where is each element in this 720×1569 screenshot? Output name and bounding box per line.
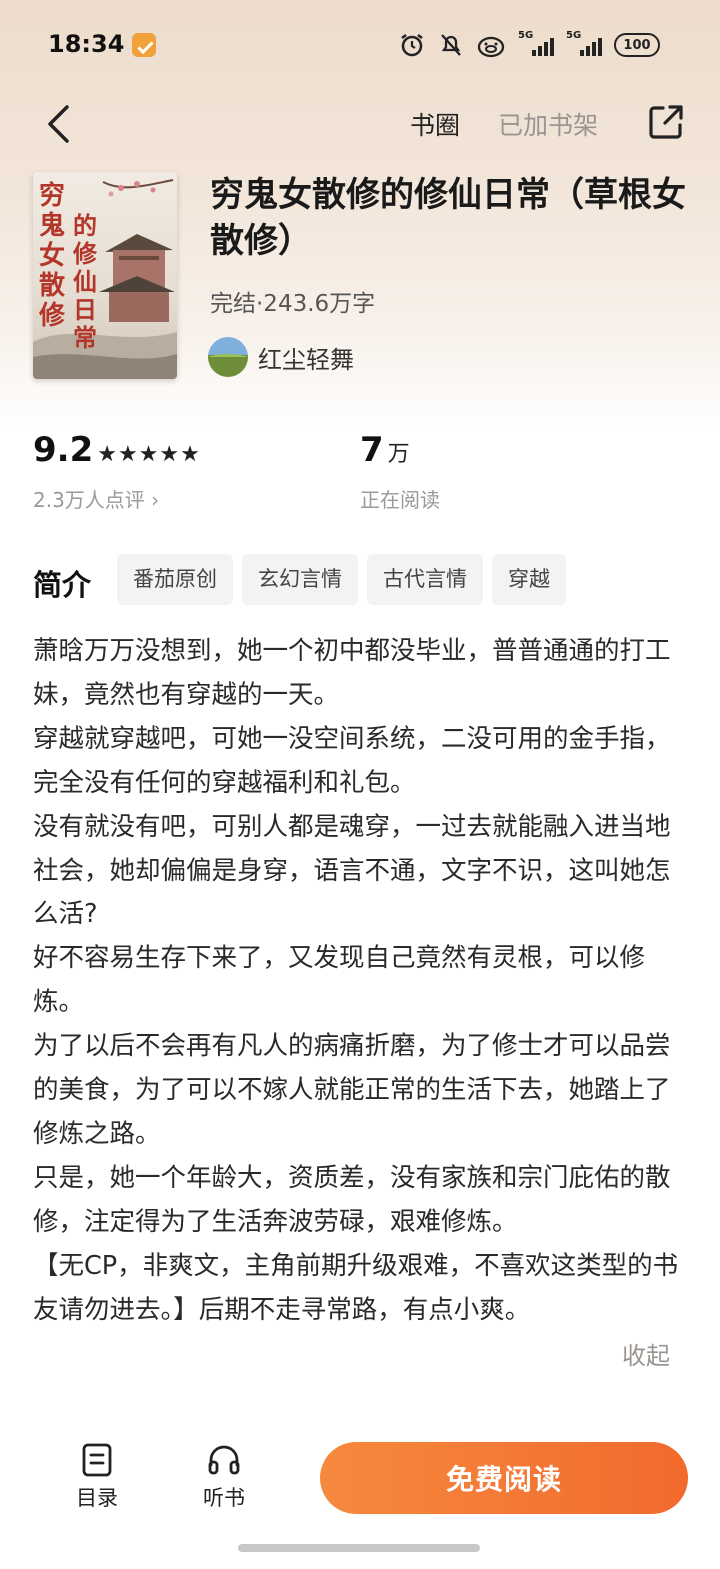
- cover-title-col2: 的修仙日常: [72, 211, 98, 352]
- tag-fanqie-original[interactable]: 番茄原创: [117, 554, 233, 605]
- status-time: 18:34: [48, 30, 125, 58]
- tag-list: 番茄原创 玄幻言情 古代言情 穿越: [117, 554, 566, 605]
- synopsis-paragraph: 【无CP，非爽文，主角前期升级艰难，不喜欢这类型的书友请勿进去。】后期不走寻常路…: [33, 1250, 679, 1325]
- synopsis: 萧晗万万没想到，她一个初中都没毕业，普普通通的打工妹，竟然也有穿越的一天。 穿越…: [33, 630, 693, 1333]
- tag-fantasy-romance[interactable]: 玄幻言情: [242, 554, 358, 605]
- rating-score: 9.2: [33, 430, 94, 470]
- share-button[interactable]: [646, 102, 686, 142]
- book-cover-art: 穷鬼女散修 的修仙日常: [33, 172, 177, 379]
- signal-2-icon: 5G: [566, 30, 602, 56]
- chevron-left-icon: [48, 105, 69, 143]
- added-to-shelf-button[interactable]: 已加书架: [498, 106, 598, 142]
- synopsis-paragraph: 为了以后不会再有凡人的病痛折磨，为了修士才可以品尝的美食，为了可以不嫁人就能正常…: [33, 1031, 671, 1149]
- toc-label: 目录: [76, 1486, 118, 1510]
- free-read-button[interactable]: 免费阅读: [320, 1442, 688, 1514]
- share-icon: [649, 105, 683, 139]
- synopsis-paragraph: 只是，她一个年龄大，资质差，没有家族和宗门庇佑的散修，注定得为了生活奔波劳碌，艰…: [33, 1162, 671, 1237]
- signal-1-icon: 5G: [518, 30, 554, 56]
- battery-icon: 100: [614, 33, 660, 57]
- rating-stars: ★★★★★: [97, 442, 201, 467]
- readers-number: 7: [360, 430, 384, 470]
- notification-app-icon: [132, 33, 156, 57]
- status-bar: 18:34 5G 5G 100: [0, 0, 720, 92]
- author-name: 红尘轻舞: [258, 345, 354, 374]
- intro-heading: 简介: [33, 568, 92, 602]
- synopsis-paragraph: 穿越就穿越吧，可她一没空间系统，二没可用的金手指，完全没有任何的穿越福利和礼包。: [33, 723, 671, 798]
- book-circle-link[interactable]: 书圈: [410, 106, 460, 142]
- tag-ancient-romance[interactable]: 古代言情: [367, 554, 483, 605]
- readers-label: 正在阅读: [360, 488, 440, 512]
- rating: 9.2 ★★★★★: [33, 430, 201, 470]
- alarm-icon: [398, 32, 426, 58]
- collapse-button[interactable]: 收起: [622, 1336, 670, 1371]
- reviews-link[interactable]: 2.3万人点评 ›: [33, 484, 159, 513]
- headphones-icon: [208, 1445, 240, 1475]
- book-title: 穷鬼女散修的修仙日常（草根女散修）: [210, 175, 686, 261]
- network-1-label: 5G: [518, 30, 534, 41]
- pig-icon: [476, 32, 506, 58]
- toc-button[interactable]: 目录: [57, 1442, 137, 1512]
- back-button[interactable]: [38, 100, 78, 148]
- network-2-label: 5G: [566, 30, 582, 41]
- synopsis-paragraph: 没有就没有吧，可别人都是魂穿，一过去就能融入进当地社会，她却偏偏是身穿，语言不通…: [33, 811, 671, 930]
- status-icons: 5G 5G 100: [398, 30, 660, 58]
- bottom-bar: 目录 听书 免费阅读: [0, 1420, 720, 1569]
- book-cover[interactable]: 穷鬼女散修 的修仙日常: [33, 172, 177, 379]
- cover-title-col1: 穷鬼女散修: [38, 180, 66, 331]
- author-link[interactable]: 红尘轻舞: [208, 337, 354, 377]
- home-indicator[interactable]: [238, 1544, 480, 1552]
- readers-unit: 万: [387, 442, 410, 467]
- book-status-wordcount: 完结·243.6万字: [210, 291, 376, 317]
- readers-count: 7万: [360, 430, 410, 470]
- mute-bell-icon: [438, 32, 464, 58]
- synopsis-paragraph: 萧晗万万没想到，她一个初中都没毕业，普普通通的打工妹，竟然也有穿越的一天。: [33, 636, 671, 710]
- author-avatar: [208, 337, 248, 377]
- toc-icon: [82, 1443, 112, 1477]
- listen-label: 听书: [203, 1486, 245, 1510]
- synopsis-paragraph: 好不容易生存下来了，又发现自己竟然有灵根，可以修炼。: [33, 943, 646, 1018]
- tag-time-travel[interactable]: 穿越: [492, 554, 566, 605]
- listen-button[interactable]: 听书: [184, 1442, 264, 1512]
